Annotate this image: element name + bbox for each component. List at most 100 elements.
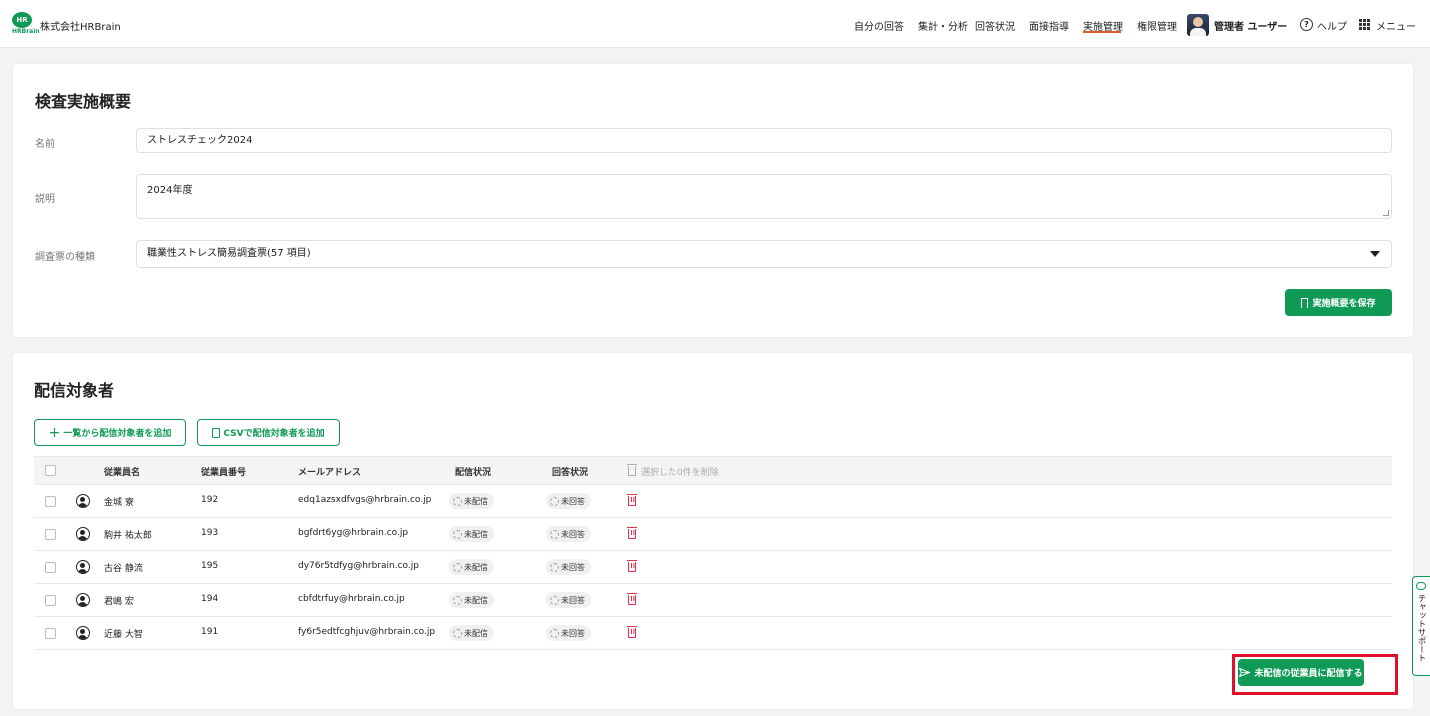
employee-email: dy76r5tdfyg@hrbrain.co.jp bbox=[298, 561, 419, 571]
menu-link[interactable]: メニュー bbox=[1376, 18, 1416, 33]
employee-email: cbfdtrfuy@hrbrain.co.jp bbox=[298, 594, 405, 604]
employee-number: 192 bbox=[201, 495, 219, 505]
person-icon bbox=[76, 527, 90, 541]
delete-row-trash-icon[interactable] bbox=[627, 593, 637, 605]
delivery-status-badge: 未配信 bbox=[449, 493, 494, 509]
bookmark-icon bbox=[1301, 297, 1309, 309]
add-from-csv-button[interactable]: CSVで配信対象者を追加 bbox=[197, 419, 340, 446]
description-textarea[interactable]: 2024年度 bbox=[136, 174, 1392, 219]
employee-name: 君嶋 宏 bbox=[104, 597, 134, 607]
pending-icon bbox=[550, 496, 559, 506]
delivery-status-badge: 未配信 bbox=[449, 625, 494, 641]
description-value: 2024年度 bbox=[147, 185, 193, 196]
delete-row-trash-icon[interactable] bbox=[627, 494, 637, 506]
pending-icon bbox=[550, 628, 559, 638]
employee-email: fy6r5edtfcghjuv@hrbrain.co.jp bbox=[298, 627, 436, 637]
resize-handle-icon[interactable] bbox=[1383, 210, 1389, 216]
description-label: 説明 bbox=[35, 194, 55, 205]
employee-name: 駒井 祐太郎 bbox=[104, 531, 152, 541]
col-employee-number[interactable]: 従業員番号 bbox=[201, 465, 246, 478]
table-row: 古谷 静流 195 dy76r5tdfyg@hrbrain.co.jp 未配信 … bbox=[34, 551, 1392, 584]
survey-type-value: 職業性ストレス簡易調査票(57 項目) bbox=[147, 248, 311, 259]
employee-number: 193 bbox=[201, 528, 219, 538]
deliver-undelivered-button[interactable]: 未配信の従業員に配信する bbox=[1238, 659, 1364, 686]
person-icon bbox=[76, 626, 90, 640]
pending-icon bbox=[453, 628, 462, 638]
select-all-checkbox[interactable] bbox=[45, 465, 56, 476]
answer-status-badge: 未回答 bbox=[546, 526, 591, 542]
active-nav-underline bbox=[1083, 31, 1121, 33]
nav-answer-status[interactable]: 回答状況 bbox=[975, 18, 1015, 33]
help-icon[interactable]: ? bbox=[1300, 18, 1313, 31]
nav-my-answers[interactable]: 自分の回答 bbox=[854, 18, 904, 33]
pending-icon bbox=[453, 496, 462, 506]
employee-number: 194 bbox=[201, 594, 219, 604]
row-checkbox[interactable] bbox=[45, 628, 56, 639]
chat-bubble-icon bbox=[1416, 582, 1426, 590]
survey-type-label: 調査票の種類 bbox=[35, 252, 95, 263]
pending-icon bbox=[550, 562, 559, 572]
employee-name: 金城 寮 bbox=[104, 498, 134, 508]
table-row: 近藤 大智 191 fy6r5edtfcghjuv@hrbrain.co.jp … bbox=[34, 617, 1392, 650]
delete-row-trash-icon[interactable] bbox=[627, 626, 637, 638]
app-header: HR HRBrain 株式会社HRBrain 自分の回答 集計・分析 回答状況 … bbox=[0, 0, 1430, 48]
chat-support-tab[interactable]: チャットサポート bbox=[1412, 576, 1430, 676]
employee-email: bgfdrt6yg@hrbrain.co.jp bbox=[298, 528, 409, 538]
employee-number: 195 bbox=[201, 561, 219, 571]
person-icon bbox=[76, 560, 90, 574]
help-link[interactable]: ヘルプ bbox=[1317, 18, 1347, 33]
table-header: 従業員名 従業員番号 メールアドレス 配信状況 回答状況 選択した0件を削除 bbox=[34, 456, 1392, 485]
employee-name: 古谷 静流 bbox=[104, 564, 143, 574]
file-add-icon bbox=[212, 427, 221, 438]
delivery-status-badge: 未配信 bbox=[449, 526, 494, 542]
col-employee-name[interactable]: 従業員名 bbox=[104, 465, 140, 478]
employee-name: 近藤 大智 bbox=[104, 630, 143, 640]
row-checkbox[interactable] bbox=[45, 595, 56, 606]
person-icon bbox=[76, 593, 90, 607]
caret-down-icon bbox=[1370, 251, 1380, 257]
nav-analytics[interactable]: 集計・分析 bbox=[918, 18, 968, 33]
table-row: 駒井 祐太郎 193 bgfdrt6yg@hrbrain.co.jp 未配信 未… bbox=[34, 518, 1392, 551]
grid-menu-icon[interactable] bbox=[1359, 19, 1370, 30]
chat-support-label: チャットサポート bbox=[1416, 594, 1426, 662]
delete-row-trash-icon[interactable] bbox=[627, 560, 637, 572]
row-checkbox[interactable] bbox=[45, 562, 56, 573]
pending-icon bbox=[453, 529, 462, 539]
hrbrain-logo[interactable]: HR HRBrain bbox=[12, 12, 40, 35]
answer-status-badge: 未回答 bbox=[546, 625, 591, 641]
col-answer-status[interactable]: 回答状況 bbox=[552, 465, 588, 478]
add-from-list-button[interactable]: + 一覧から配信対象者を追加 bbox=[34, 419, 186, 446]
person-icon bbox=[76, 494, 90, 508]
table-row: 君嶋 宏 194 cbfdtrfuy@hrbrain.co.jp 未配信 未回答 bbox=[34, 584, 1392, 617]
answer-status-badge: 未回答 bbox=[546, 493, 591, 509]
answer-status-badge: 未回答 bbox=[546, 559, 591, 575]
send-icon bbox=[1239, 668, 1251, 677]
col-email[interactable]: メールアドレス bbox=[298, 465, 361, 478]
pending-icon bbox=[453, 562, 462, 572]
nav-permissions[interactable]: 権限管理 bbox=[1137, 18, 1177, 33]
employee-number: 191 bbox=[201, 627, 219, 637]
user-avatar[interactable] bbox=[1187, 14, 1209, 36]
pending-icon bbox=[453, 595, 462, 605]
delete-row-trash-icon[interactable] bbox=[627, 527, 637, 539]
overview-card: 検査実施概要 名前 ストレスチェック2024 説明 2024年度 調査票の種類 … bbox=[13, 64, 1413, 337]
col-delivery-status[interactable]: 配信状況 bbox=[455, 465, 491, 478]
name-label: 名前 bbox=[35, 139, 55, 150]
trash-icon bbox=[627, 464, 637, 476]
targets-title: 配信対象者 bbox=[34, 381, 115, 400]
table-row: 金城 寮 192 edq1azsxdfvgs@hrbrain.co.jp 未配信… bbox=[34, 485, 1392, 518]
delivery-status-badge: 未配信 bbox=[449, 559, 494, 575]
user-name[interactable]: 管理者 ユーザー bbox=[1214, 18, 1287, 33]
company-name: 株式会社HRBrain bbox=[40, 22, 121, 33]
answer-status-badge: 未回答 bbox=[546, 592, 591, 608]
survey-type-select[interactable]: 職業性ストレス簡易調査票(57 項目) bbox=[136, 240, 1392, 268]
pending-icon bbox=[550, 595, 559, 605]
employee-email: edq1azsxdfvgs@hrbrain.co.jp bbox=[298, 495, 432, 505]
row-checkbox[interactable] bbox=[45, 529, 56, 540]
delete-selected-button[interactable]: 選択した0件を削除 bbox=[641, 465, 719, 478]
row-checkbox[interactable] bbox=[45, 496, 56, 507]
nav-interview[interactable]: 面接指導 bbox=[1029, 18, 1069, 33]
name-input[interactable]: ストレスチェック2024 bbox=[136, 128, 1392, 153]
save-overview-button[interactable]: 実施概要を保存 bbox=[1285, 289, 1392, 316]
overview-title: 検査実施概要 bbox=[35, 92, 132, 111]
